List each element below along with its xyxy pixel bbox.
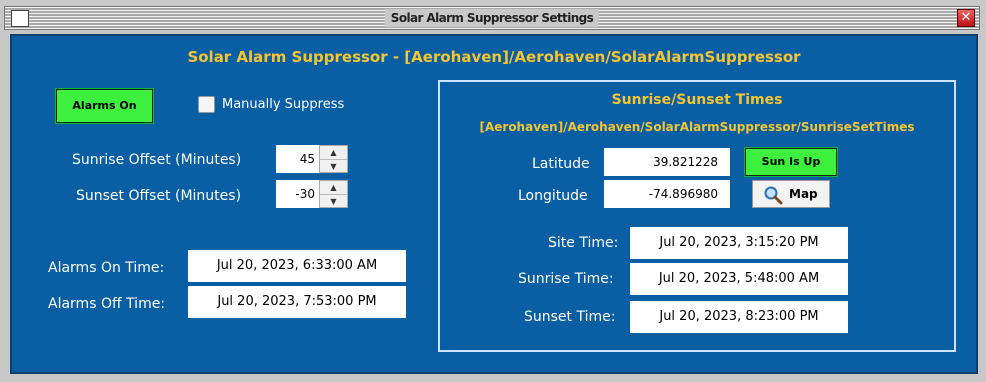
title-bar[interactable]: Solar Alarm Suppressor Settings ✕ [4,6,980,30]
sunrise-offset-stepper[interactable]: ▲ ▼ [319,145,348,173]
longitude-label: Longitude [518,188,588,204]
sunrise-offset-input[interactable]: 45 [276,145,319,173]
sunrise-sunset-panel: Sunrise/Sunset Times [Aerohaven]/Aerohav… [438,80,956,352]
manually-suppress-checkbox[interactable] [198,96,215,113]
longitude-field: -74.896980 [604,180,730,208]
panel-path: [Aerohaven]/Aerohaven/SolarAlarmSuppress… [479,120,915,134]
sunset-offset-stepper[interactable]: ▲ ▼ [319,180,348,208]
site-time-field: Jul 20, 2023, 3:15:20 PM [630,227,848,259]
sun-status-button[interactable]: Sun Is Up [744,147,838,177]
alarms-on-time-field: Jul 20, 2023, 6:33:00 AM [188,250,406,282]
alarms-off-time-label: Alarms Off Time: [48,296,166,312]
close-button[interactable]: ✕ [957,9,975,27]
sunset-offset-label: Sunset Offset (Minutes) [76,188,242,204]
sunrise-time-field: Jul 20, 2023, 5:48:00 AM [630,263,848,295]
sunset-offset-input[interactable]: -30 [276,180,319,208]
alarms-on-time-label: Alarms On Time: [48,260,165,276]
sunrise-time-label: Sunrise Time: [518,271,614,287]
alarms-on-button[interactable]: Alarms On [55,88,154,124]
alarms-off-time-field: Jul 20, 2023, 7:53:00 PM [188,286,406,318]
latitude-label: Latitude [532,156,590,172]
page-title: Solar Alarm Suppressor - [Aerohaven]/Aer… [187,48,801,66]
window-menu-icon[interactable] [11,10,29,27]
map-button-label: Map [789,187,818,201]
magnifier-icon [764,186,783,205]
latitude-field: 39.821228 [604,148,730,176]
panel-title: Sunrise/Sunset Times [611,92,783,108]
spinner-up-icon[interactable]: ▲ [320,146,347,160]
sunset-time-field: Jul 20, 2023, 8:23:00 PM [630,301,848,333]
manually-suppress-label: Manually Suppress [222,97,345,112]
map-button[interactable]: Map [752,180,830,208]
spinner-down-icon[interactable]: ▼ [320,160,347,173]
window-title: Solar Alarm Suppressor Settings [384,9,600,27]
site-time-label: Site Time: [548,235,619,251]
spinner-up-icon[interactable]: ▲ [320,181,347,195]
main-panel: Solar Alarm Suppressor - [Aerohaven]/Aer… [10,34,978,374]
spinner-down-icon[interactable]: ▼ [320,195,347,208]
settings-window: Solar Alarm Suppressor Settings ✕ Solar … [0,0,986,382]
sunrise-offset-label: Sunrise Offset (Minutes) [72,152,242,168]
sunset-time-label: Sunset Time: [524,309,616,325]
